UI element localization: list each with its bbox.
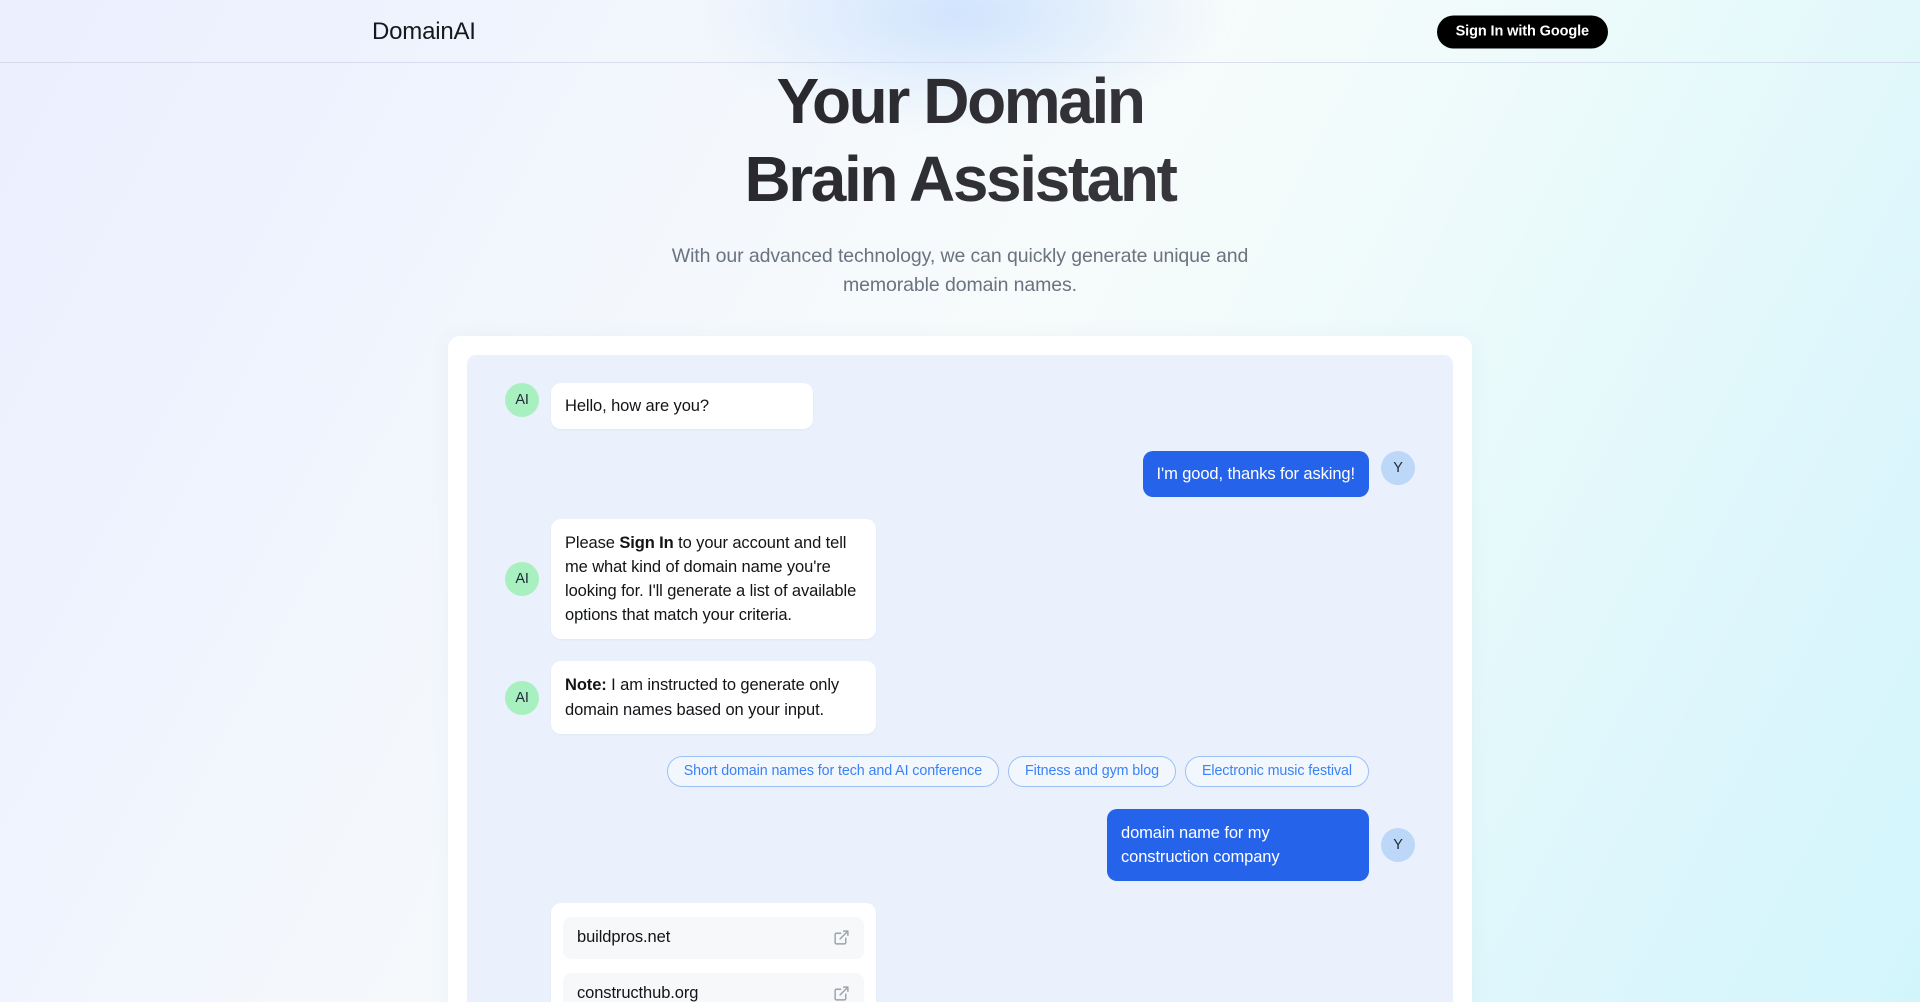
avatar-user: Y: [1381, 451, 1415, 486]
domain-results-card: buildpros.net constructhub.org: [551, 902, 876, 1002]
brand-logo[interactable]: DomainAI: [372, 19, 476, 44]
hero-section: Your Domain Brain Assistant With our adv…: [0, 63, 1920, 299]
note-text: I am instructed to generate only domain …: [565, 676, 840, 719]
external-link-icon[interactable]: [833, 985, 850, 1002]
message-row-user-construction-query: domain name for my construction company …: [505, 808, 1415, 881]
message-row-ai-signin-prompt: AI Please Sign In to your account and te…: [505, 519, 1415, 640]
chat-message-list[interactable]: AI Hello, how are you? I'm good, thanks …: [467, 355, 1453, 1002]
message-bubble-ai-greeting: Hello, how are you?: [551, 383, 813, 430]
message-bubble-user-reply: I'm good, thanks for asking!: [1142, 451, 1369, 498]
domain-result-name: buildpros.net: [577, 928, 671, 947]
avatar-ai: AI: [505, 383, 539, 417]
message-bubble-ai-signin-prompt: Please Sign In to your account and tell …: [551, 519, 876, 640]
top-navigation-inner: DomainAI Sign In with Google: [290, 0, 1630, 63]
avatar-user: Y: [1381, 827, 1415, 862]
sign-in-bold-text: Sign In: [619, 534, 674, 553]
page-title-line-1: Your Domain: [776, 65, 1144, 137]
message-bubble-ai-note: Note: I am instructed to generate only d…: [551, 661, 876, 734]
message-row-ai-note: AI Note: I am instructed to generate onl…: [505, 661, 1415, 734]
external-link-icon[interactable]: [833, 929, 850, 946]
page-title: Your Domain Brain Assistant: [0, 69, 1920, 211]
avatar-ai: AI: [505, 680, 539, 715]
chat-card: AI Hello, how are you? I'm good, thanks …: [448, 336, 1472, 1002]
avatar-ai: AI: [505, 562, 539, 597]
sign-in-with-google-button[interactable]: Sign In with Google: [1436, 15, 1608, 48]
page-title-line-2: Brain Assistant: [744, 143, 1176, 215]
page-subtitle: With our advanced technology, we can qui…: [671, 245, 1249, 296]
top-navigation-bar: DomainAI Sign In with Google: [0, 0, 1920, 63]
message-bubble-user-construction-query: domain name for my construction company: [1107, 808, 1369, 881]
suggestion-chip-electronic-music-festival[interactable]: Electronic music festival: [1184, 755, 1369, 787]
msg3-text-part-1: Please: [565, 534, 620, 553]
message-row-ai-greeting: AI Hello, how are you?: [505, 383, 1415, 430]
suggestion-chip-tech-ai-conference[interactable]: Short domain names for tech and AI confe…: [666, 755, 1000, 787]
domain-result-name: constructhub.org: [577, 984, 699, 1002]
note-bold-label: Note:: [565, 676, 607, 695]
domain-result-item[interactable]: buildpros.net: [563, 916, 864, 959]
suggestion-chip-group: Short domain names for tech and AI confe…: [505, 755, 1415, 787]
message-row-user-reply: I'm good, thanks for asking! Y: [505, 451, 1415, 498]
suggestion-chip-fitness-gym-blog[interactable]: Fitness and gym blog: [1008, 755, 1176, 787]
domain-result-item[interactable]: constructhub.org: [563, 972, 864, 1002]
